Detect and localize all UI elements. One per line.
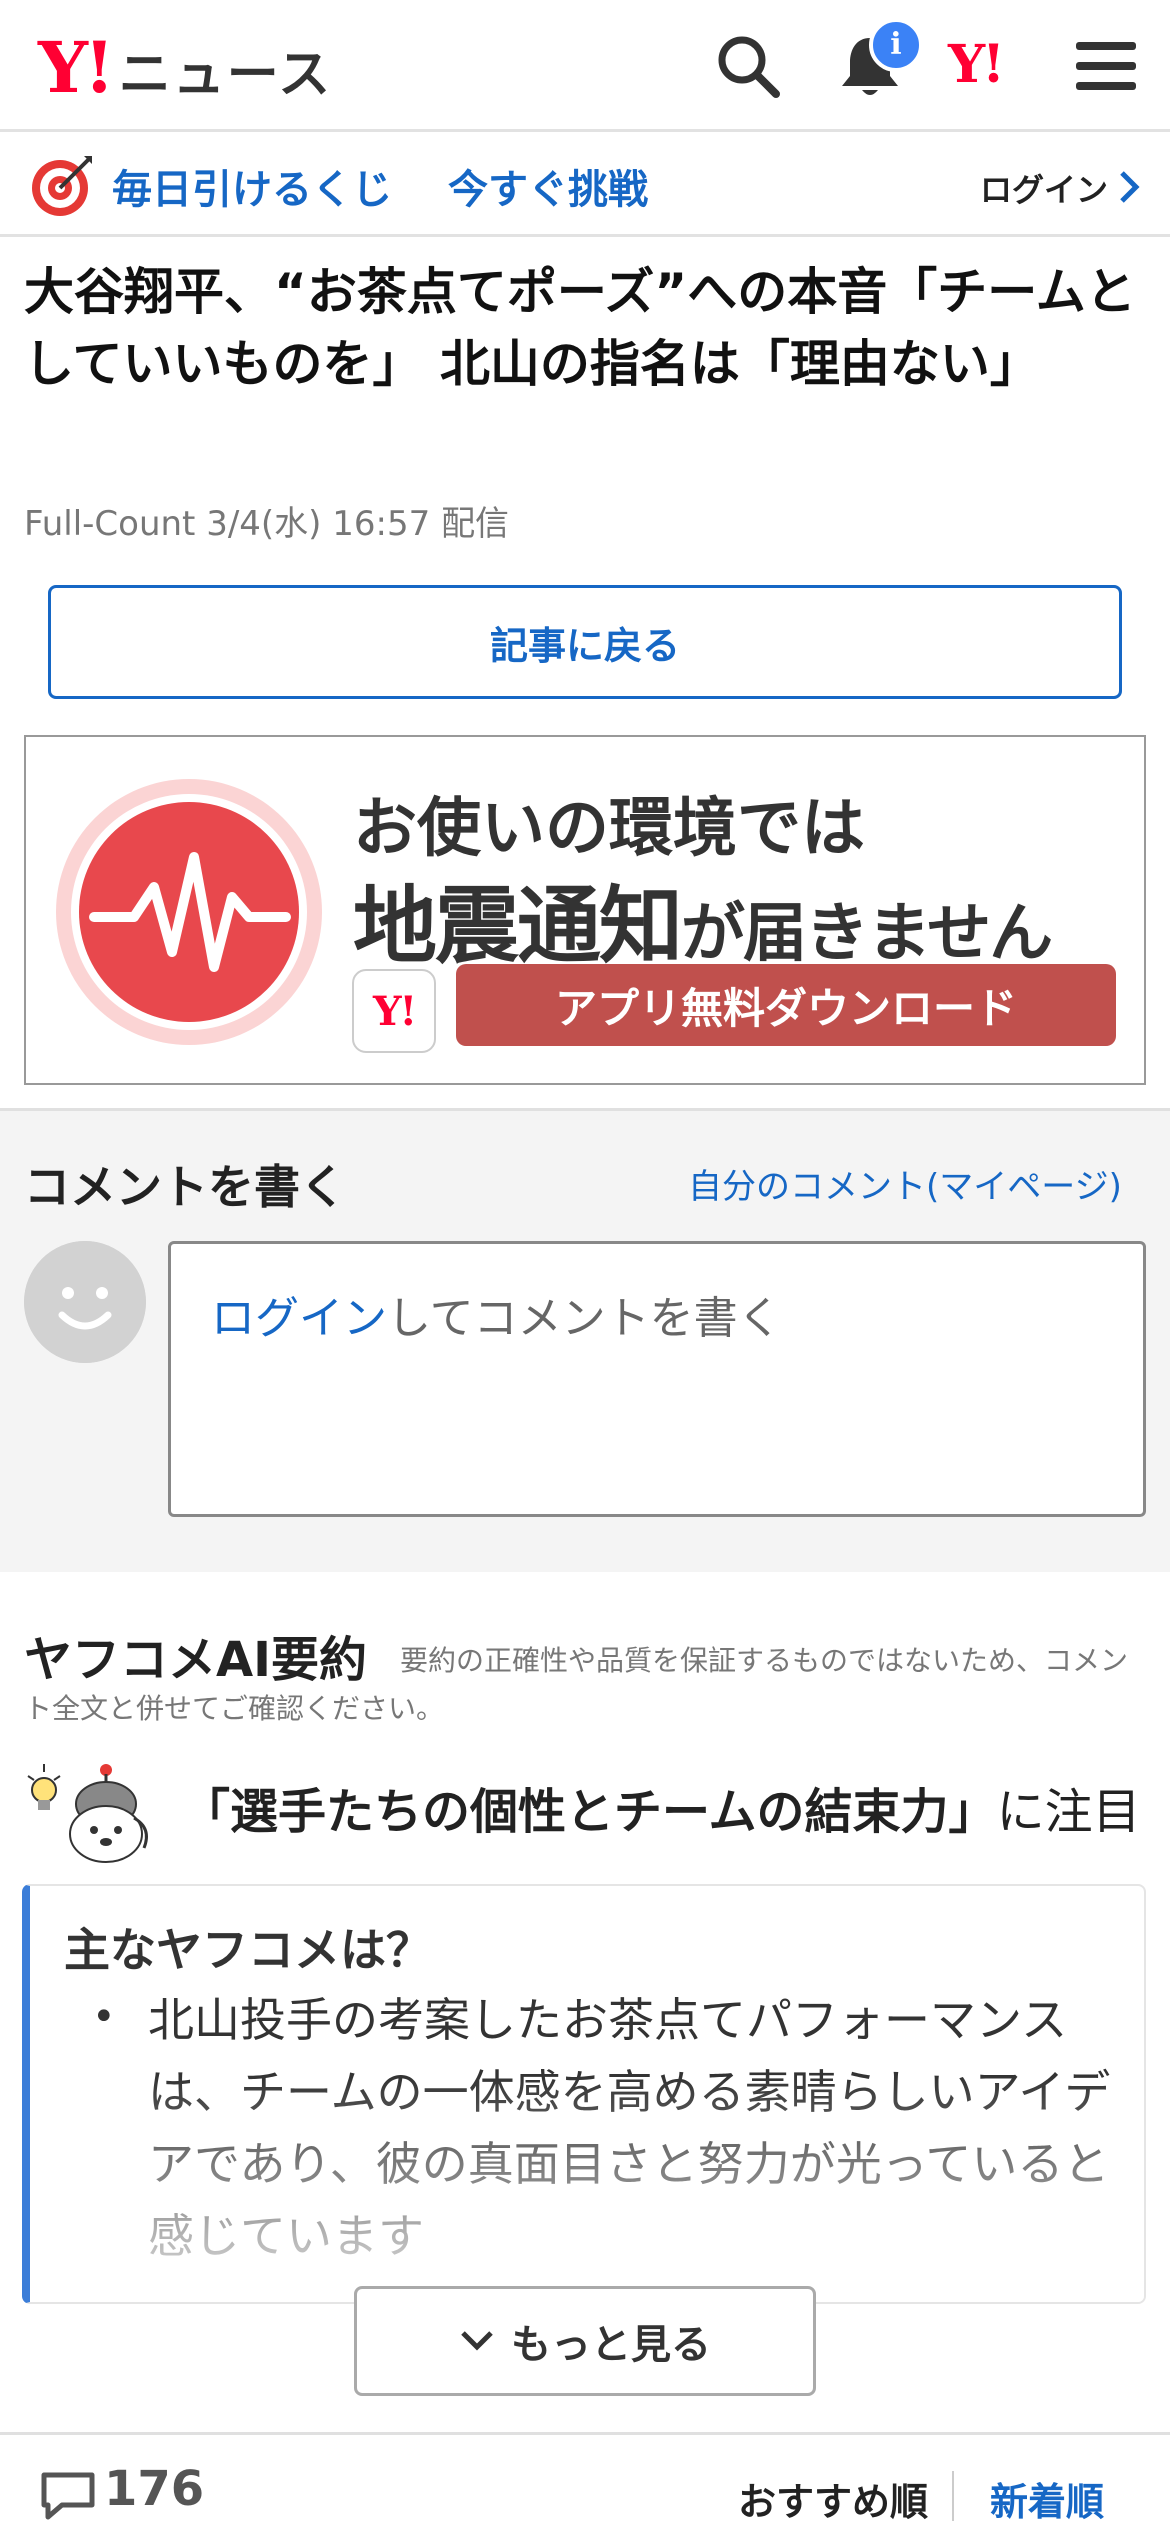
- ai-highlight: 「選手たちの個性とチームの結束力」に注目: [182, 1772, 1141, 1842]
- article-delivered: 配信: [441, 504, 510, 544]
- ad-line2-small: が届きません: [681, 897, 1053, 971]
- ai-highlight-bold: 「選手たちの個性とチームの結束力」: [182, 1784, 997, 1840]
- bullet-dot: •: [92, 1994, 116, 2040]
- my-comments-link[interactable]: 自分のコメント(マイページ): [688, 1159, 1122, 1208]
- article-meta: Full-Count 3/4(水) 16:57 配信: [24, 496, 509, 545]
- comment-section: コメントを書く 自分のコメント(マイページ) ログインしてコメントを書く: [0, 1108, 1170, 1572]
- comment-placeholder-text: してコメントを書く: [387, 1293, 782, 1344]
- back-to-article-button[interactable]: 記事に戻る: [48, 585, 1122, 699]
- menu-icon[interactable]: [1070, 30, 1142, 102]
- article-source: Full-Count: [24, 504, 196, 544]
- earthquake-alert-icon: [56, 779, 322, 1045]
- lottery-banner[interactable]: 毎日引けるくじ 今すぐ挑戦 ログイン: [0, 135, 1170, 237]
- lottery-challenge-link[interactable]: 今すぐ挑戦: [448, 157, 648, 215]
- comment-title: コメントを書く: [24, 1160, 346, 1214]
- ad-line2-big: 地震通知: [353, 877, 683, 975]
- ai-summary-title: ヤフコメAI要約: [24, 1632, 368, 1688]
- yahoo-top-link[interactable]: Y!: [948, 34, 1005, 95]
- top-header: Y! ニュース i Y!: [0, 0, 1170, 132]
- divider: [952, 2471, 954, 2521]
- chevron-right-icon: [1120, 171, 1140, 203]
- comment-icon: [41, 2472, 95, 2520]
- ad-line1: お使いの環境では: [353, 792, 865, 866]
- login-link[interactable]: ログイン: [980, 165, 1108, 211]
- lottery-text[interactable]: 毎日引けるくじ: [112, 157, 392, 215]
- yahoo-logo-mark: Y!: [38, 26, 115, 109]
- ai-card-title: 主なヤフコメは？: [64, 1923, 432, 1977]
- target-icon: [32, 156, 92, 216]
- sort-recommended-tab[interactable]: おすすめ順: [738, 2471, 928, 2526]
- ai-mascot-icon: [27, 1764, 148, 1863]
- search-icon[interactable]: [712, 30, 784, 102]
- ai-highlight-suffix: に注目: [996, 1784, 1141, 1840]
- sort-newest-tab[interactable]: 新着順: [990, 2471, 1104, 2526]
- app-download-button[interactable]: アプリ無料ダウンロード: [456, 964, 1116, 1046]
- show-more-button[interactable]: もっと見る: [354, 2286, 816, 2396]
- yahoo-news-logo[interactable]: Y! ニュース: [38, 26, 332, 109]
- ad-line2: 地震通知が届きません: [353, 859, 1053, 980]
- chevron-down-icon: [461, 2331, 493, 2351]
- earthquake-app-ad[interactable]: お使いの環境では 地震通知が届きません Y! アプリ無料ダウンロード: [24, 735, 1146, 1085]
- comment-footer: 176 おすすめ順 新着順: [0, 2432, 1170, 2532]
- article-date: 3/4(水) 16:57: [206, 504, 431, 544]
- notification-badge[interactable]: i: [869, 18, 923, 72]
- fade-overlay: [30, 2076, 1144, 2302]
- article-title: 大谷翔平、“お茶点てポーズ”への本音「チームとしていいものを」 北山の指名は「理…: [24, 263, 1136, 393]
- comment-login-link[interactable]: ログイン: [211, 1293, 387, 1344]
- comment-placeholder: ログインしてコメントを書く: [211, 1282, 782, 1346]
- yahoo-app-icon: Y!: [352, 969, 436, 1053]
- comment-count: 176: [104, 2461, 205, 2517]
- comment-input-box[interactable]: ログインしてコメントを書く: [168, 1241, 1146, 1517]
- news-logo-text: ニュース: [118, 45, 333, 105]
- show-more-label: もっと見る: [511, 2322, 711, 2368]
- avatar: [24, 1241, 146, 1363]
- ai-summary-card: 主なヤフコメは？ • 北山投手の考案したお茶点てパフォーマンスは、チームの一体感…: [22, 1884, 1146, 2304]
